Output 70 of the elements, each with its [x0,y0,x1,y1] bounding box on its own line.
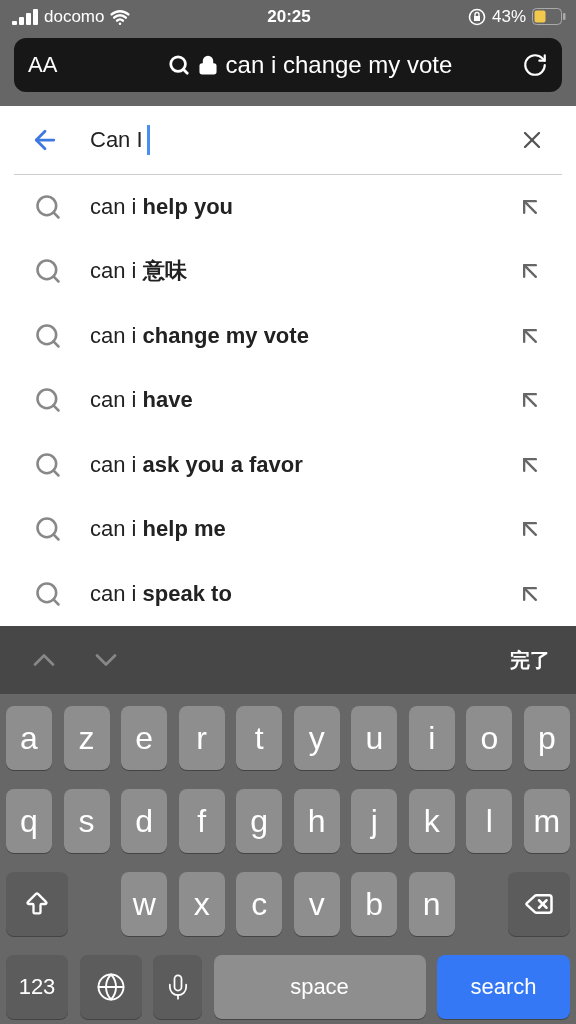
search-icon [34,450,62,479]
letter-key[interactable]: j [351,789,398,854]
letter-key[interactable]: r [178,706,225,771]
letter-key[interactable]: d [121,789,168,854]
letter-key[interactable]: e [121,706,168,771]
letter-key[interactable]: k [408,789,455,854]
suggestion-item[interactable]: can i speak to [0,561,576,627]
letter-key[interactable]: m [523,789,570,854]
letter-key[interactable]: p [523,706,570,771]
signal-icon [12,8,38,25]
letter-key[interactable]: l [466,789,513,854]
battery-percent: 43% [492,6,526,27]
suggestion-text: can i change my vote [90,322,310,349]
letter-key[interactable]: s [63,789,110,854]
suggestion-text: can i help you [90,193,235,220]
letter-key[interactable]: u [351,706,398,771]
carrier-name: docomo [44,6,105,27]
letter-key[interactable]: q [6,789,52,854]
globe-key[interactable] [79,955,142,1020]
letter-key[interactable]: a [6,706,52,771]
letter-key[interactable]: c [236,872,283,937]
search-icon [34,192,62,221]
shift-key[interactable] [6,872,68,937]
done-button[interactable]: 完了 [510,646,550,674]
globe-icon [95,972,126,1003]
address-bar[interactable]: AA can i change my vote [14,37,562,92]
search-icon [34,579,62,608]
letter-key[interactable]: b [351,872,398,937]
suggestion-text: can i 意味 [90,257,188,286]
suggestion-item[interactable]: can i have [0,368,576,433]
search-icon [34,321,62,350]
letter-key[interactable]: w [121,872,168,937]
suggestion-text: can i help me [90,516,227,543]
text-cursor [146,124,150,155]
letter-key[interactable]: y [293,706,340,771]
letter-key[interactable]: f [178,789,225,854]
search-icon [34,515,62,544]
search-key[interactable]: search [437,955,570,1020]
letter-key[interactable]: h [293,789,340,854]
letter-key[interactable]: v [293,872,340,937]
reload-button[interactable] [522,51,548,78]
search-field[interactable]: Can I [90,124,488,155]
search-icon [167,53,190,76]
clock-time: 20:25 [267,6,311,27]
letter-key[interactable]: z [63,706,110,771]
space-key[interactable]: space [213,955,426,1020]
letter-key[interactable]: i [408,706,455,771]
letter-key[interactable]: g [236,789,283,854]
letter-key[interactable]: n [408,872,455,937]
battery-icon [532,8,566,26]
suggestion-text: can i speak to [90,580,233,607]
url-text: can i change my vote [225,50,453,79]
suggestion-text: can i have [90,387,194,414]
rotation-lock-icon [468,7,486,26]
suggestion-item[interactable]: can i help me [0,497,576,562]
suggestion-item[interactable]: can i help you [0,174,576,240]
letter-key[interactable]: x [178,872,225,937]
suggestion-item[interactable]: can i 意味 [0,239,576,304]
suggestion-item[interactable]: can i change my vote [0,303,576,369]
suggestion-text: can i ask you a favor [90,451,304,478]
search-icon [34,257,62,286]
text-size-button[interactable]: AA [28,51,98,78]
letter-key[interactable]: o [466,706,513,771]
delete-key[interactable] [508,872,570,937]
numbers-key[interactable]: 123 [6,955,68,1020]
lock-icon [197,54,218,75]
suggestion-item[interactable]: can i ask you a favor [0,432,576,498]
letter-key[interactable]: t [236,706,283,771]
dictation-key[interactable] [153,955,202,1020]
search-icon [34,386,62,415]
